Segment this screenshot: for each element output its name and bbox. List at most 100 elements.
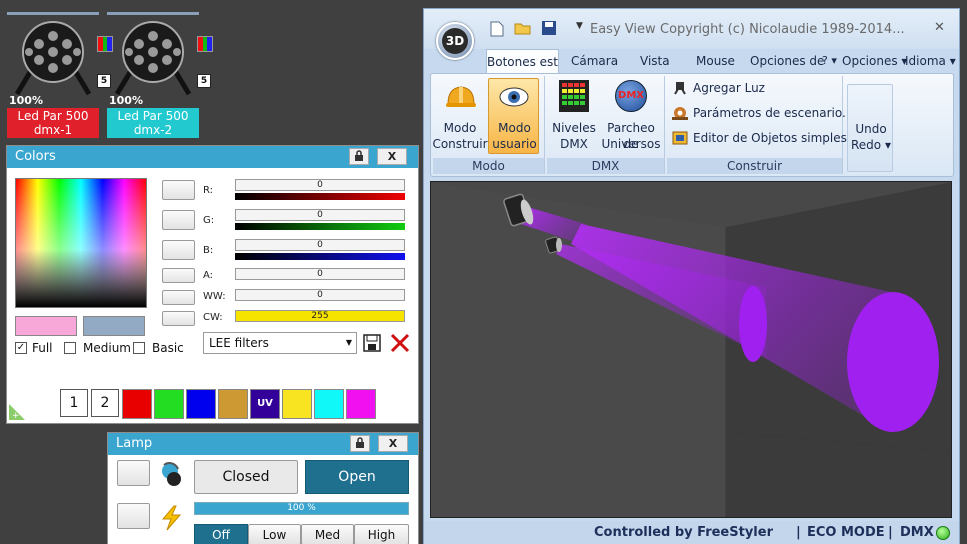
tab-botones[interactable]: Botones está (486, 49, 559, 73)
a-slider[interactable]: 0 (235, 268, 405, 280)
shutter-icon (162, 462, 181, 486)
level-off-button[interactable]: Off (194, 524, 248, 544)
group-modo: Modo Construir Modo usuario Modo (432, 76, 545, 174)
app-logo-button[interactable]: 3D (436, 22, 474, 60)
basic-checkbox[interactable] (133, 342, 145, 354)
filter-select[interactable]: LEE filters ▼ (203, 332, 357, 354)
tab-camara[interactable]: Cámara (571, 49, 618, 73)
group-dmx: Niveles DMX DMX Parcheo de Universos DMX (547, 76, 665, 174)
fixture-intensity: 100% (109, 94, 143, 107)
fixture-address: dmx-2 (133, 123, 173, 137)
easy-view-window: 3D ▼ Easy View Copyright (c) Nicolaudie … (423, 8, 960, 544)
swatch-magenta[interactable] (346, 389, 376, 419)
language-menu[interactable]: Idioma ▾ (905, 49, 956, 73)
slider-a-button[interactable] (162, 268, 195, 283)
swatch-green[interactable] (154, 389, 184, 419)
parametros-escenario-button[interactable]: Parámetros de escenario... (671, 103, 853, 123)
hard-hat-icon (446, 86, 476, 107)
help-menu[interactable]: ? ▾ (822, 49, 837, 73)
fixture-label[interactable]: Led Par 500 dmx-1 (7, 108, 99, 138)
intensity-button[interactable] (117, 503, 150, 529)
app-logo-3d: 3D (442, 28, 468, 54)
group-construir-label: Construir (667, 158, 842, 174)
parcheo-universos-button[interactable]: DMX Parcheo de Universos (599, 78, 663, 154)
colors-panel: Colors X ✓ Full Medium Basic R: 0 G: 0 B… (6, 145, 419, 424)
color-picker[interactable] (15, 178, 147, 308)
previous-color-preview (83, 316, 145, 336)
group-construir: Agregar Luz Parámetros de escenario... E… (667, 76, 853, 174)
level-low-button[interactable]: Low (248, 524, 301, 544)
resize-corner-icon[interactable]: + (9, 404, 25, 420)
undo-redo-button[interactable]: Undo Redo ▾ (847, 84, 893, 172)
slider-ww-button[interactable] (162, 290, 195, 305)
intensity-progress[interactable]: 100 % (194, 502, 409, 515)
g-slider[interactable]: 0 (235, 209, 405, 221)
new-file-icon[interactable] (490, 21, 504, 37)
ww-slider[interactable]: 0 (235, 289, 405, 301)
r-slider[interactable]: 0 (235, 179, 405, 191)
tab-opciones-de[interactable]: Opciones de (750, 49, 824, 73)
status-eco-mode: ECO MODE (807, 525, 885, 540)
swatch-red[interactable] (122, 389, 152, 419)
modo-usuario-button[interactable]: Modo usuario (488, 78, 539, 154)
fixture-intensity: 100% (9, 94, 43, 107)
swatch-amber[interactable] (218, 389, 248, 419)
shutter-open-button[interactable]: Open (305, 460, 409, 494)
level-high-button[interactable]: High (354, 524, 409, 544)
close-button[interactable]: X (377, 148, 407, 165)
b-slider[interactable]: 0 (235, 239, 405, 251)
fixture-name: Led Par 500 (117, 109, 189, 123)
options-menu[interactable]: Opciones ▾ (842, 49, 907, 73)
save-icon[interactable] (541, 20, 557, 36)
level-med-button[interactable]: Med (301, 524, 354, 544)
current-color-preview (15, 316, 77, 336)
modo-usuario-line2: usuario (492, 137, 537, 151)
niveles-dmx-button[interactable]: Niveles DMX (549, 78, 599, 154)
eye-icon (499, 87, 529, 107)
shutter-closed-button[interactable]: Closed (194, 460, 298, 494)
intensity-progress-label: 100 % (287, 503, 316, 513)
close-icon[interactable]: ✕ (934, 20, 945, 35)
slider-r-button[interactable] (162, 180, 195, 200)
lock-button[interactable] (349, 148, 369, 165)
swatch-yellow[interactable] (282, 389, 312, 419)
fixture-label[interactable]: Led Par 500 dmx-2 (107, 108, 199, 138)
redo-label: Redo ▾ (851, 138, 891, 152)
modo-usuario-line1: Modo (498, 121, 531, 135)
save-icon[interactable] (363, 334, 381, 352)
object-editor-icon (672, 131, 688, 145)
close-button[interactable]: X (378, 435, 408, 452)
agregar-luz-button[interactable]: Agregar Luz (671, 78, 841, 98)
tab-vista[interactable]: Vista (640, 49, 670, 73)
preset-2-button[interactable]: 2 (91, 389, 119, 417)
slider-g-button[interactable] (162, 210, 195, 230)
swatch-blue[interactable] (186, 389, 216, 419)
shutter-button[interactable] (117, 460, 150, 486)
uv-label: UV (257, 398, 273, 409)
lamp-panel: Lamp X Closed Open 100 % Off Low Med Hig… (107, 432, 419, 544)
medium-checkbox[interactable] (64, 342, 76, 354)
preset-1-button[interactable]: 1 (60, 389, 88, 417)
a-label: A: (203, 270, 214, 281)
open-folder-icon[interactable] (514, 20, 532, 36)
easy-view-titlebar: 3D ▼ Easy View Copyright (c) Nicolaudie … (424, 9, 959, 60)
lock-button[interactable] (350, 435, 370, 452)
fixture-address: dmx-1 (33, 123, 73, 137)
full-checkbox[interactable]: ✓ (15, 342, 27, 354)
delete-icon[interactable] (389, 333, 411, 353)
slider-b-button[interactable] (162, 240, 195, 260)
quick-access-dropdown-icon[interactable]: ▼ (576, 21, 583, 31)
lamp-panel-title: Lamp X (108, 433, 418, 455)
full-label: Full (32, 341, 53, 355)
swatch-uv[interactable]: UV (250, 389, 280, 419)
agregar-luz-label: Agregar Luz (693, 81, 765, 95)
cw-slider[interactable]: 255 (235, 310, 405, 322)
swatch-cyan[interactable] (314, 389, 344, 419)
modo-construir-button[interactable]: Modo Construir (432, 78, 488, 154)
rgb-icon (197, 36, 213, 52)
slider-cw-button[interactable] (162, 311, 195, 326)
tab-mouse[interactable]: Mouse (696, 49, 735, 73)
filter-select-value: LEE filters (209, 336, 269, 350)
3d-viewport[interactable] (430, 181, 952, 518)
editor-objetos-button[interactable]: Editor de Objetos simples (671, 128, 847, 148)
